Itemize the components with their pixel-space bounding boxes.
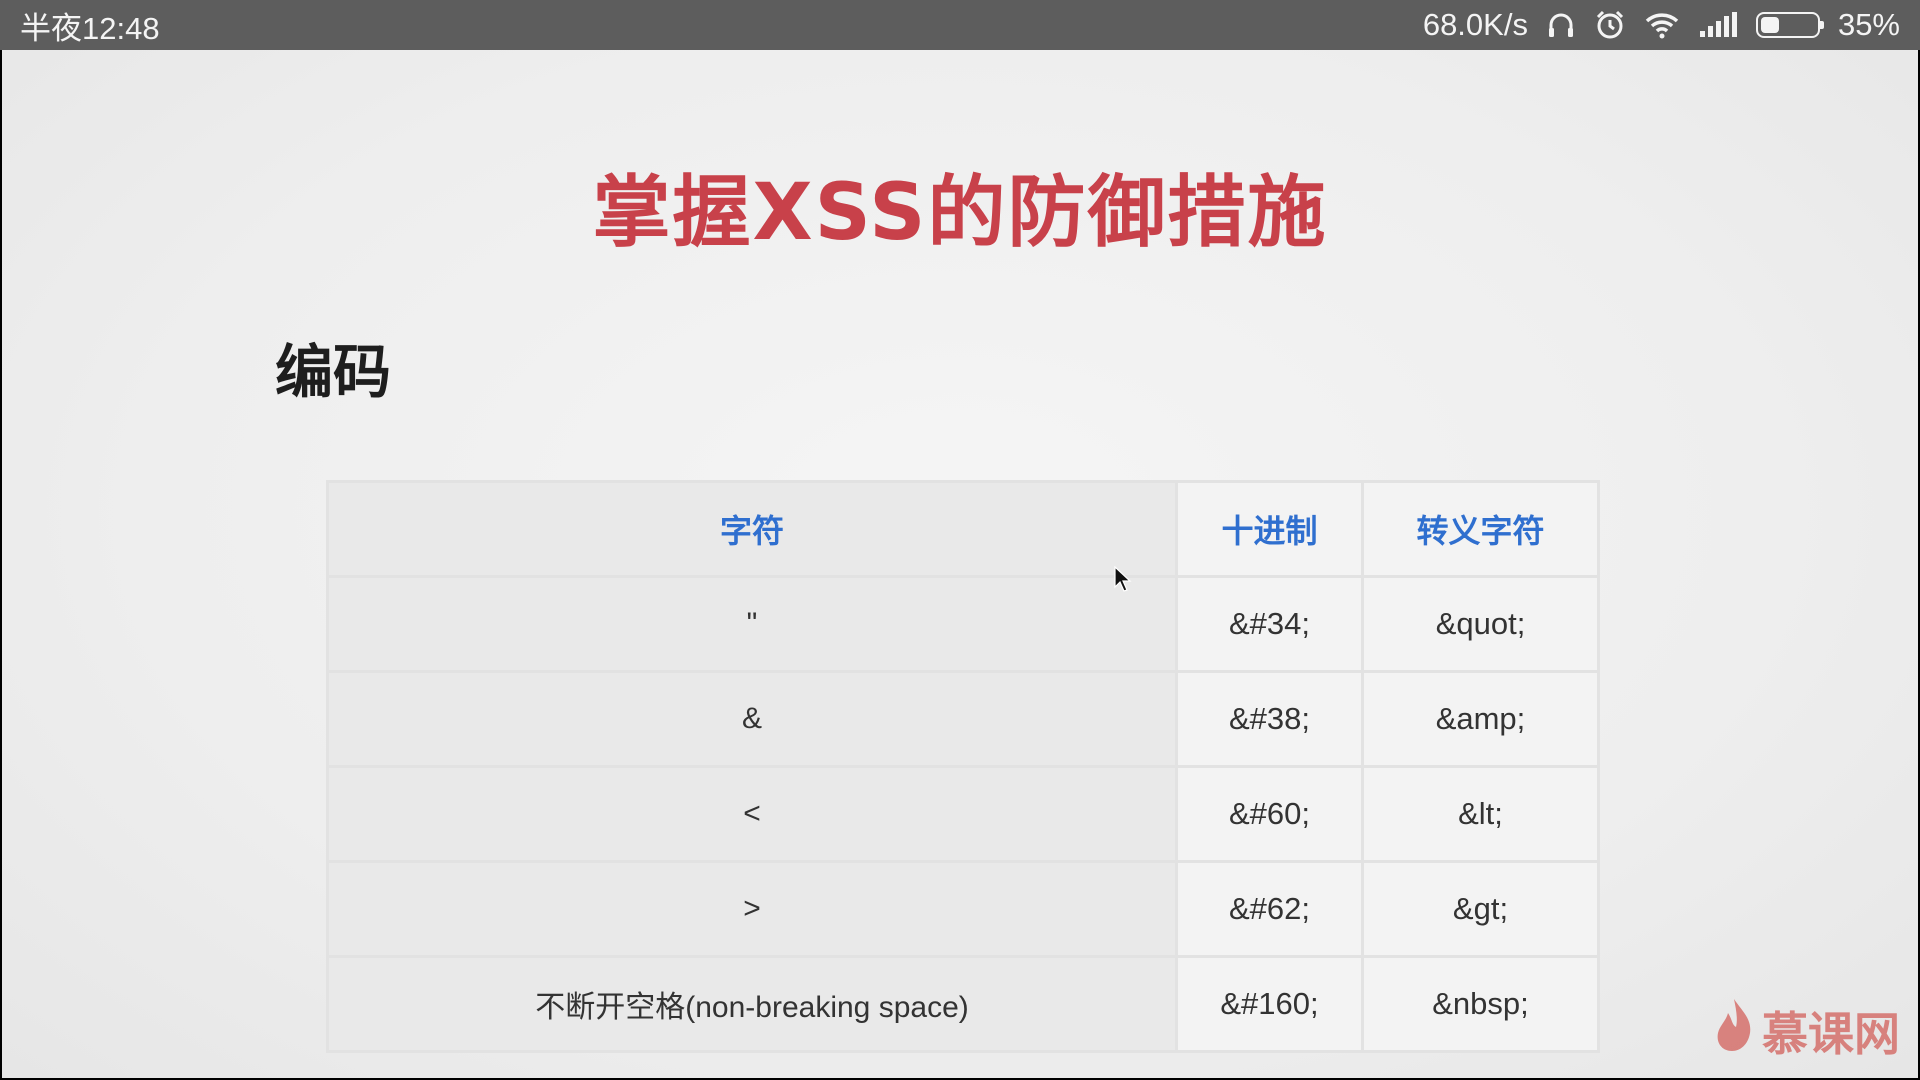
cell-escape: &gt; <box>1361 860 1600 958</box>
cell-escape: &nbsp; <box>1361 955 1600 1053</box>
presentation-slide: 掌握XSS的防御措施 编码 字符 十进制 转义字符 " &#34; &quot;… <box>2 50 1918 1078</box>
cell-decimal: &#34; <box>1175 575 1364 673</box>
cell-decimal: &#60; <box>1175 765 1364 863</box>
battery-icon <box>1755 12 1824 38</box>
watermark-text: 慕课网 <box>1762 1006 1900 1061</box>
status-time: 半夜12:48 <box>20 10 160 46</box>
watermark: 慕课网 <box>1712 997 1900 1064</box>
cell-character: < <box>326 765 1178 863</box>
cell-character: > <box>326 860 1178 958</box>
cell-character: & <box>326 670 1178 768</box>
table-row: & &#38; &amp; <box>326 670 1600 768</box>
cell-decimal: &#62; <box>1175 860 1364 958</box>
header-character: 字符 <box>326 480 1178 578</box>
header-escape: 转义字符 <box>1361 480 1600 578</box>
cell-decimal: &#38; <box>1175 670 1364 768</box>
table-row: < &#60; &lt; <box>326 765 1600 863</box>
encoding-table: 字符 十进制 转义字符 " &#34; &quot; & &#38; &amp;… <box>326 480 1600 1053</box>
slide-title: 掌握XSS的防御措施 <box>592 168 1328 258</box>
flame-logo-icon <box>1712 997 1756 1064</box>
header-decimal: 十进制 <box>1175 480 1364 578</box>
headphones-icon <box>1546 10 1576 40</box>
cell-character: 不断开空格(non-breaking space) <box>326 955 1178 1053</box>
cell-decimal: &#160; <box>1175 955 1364 1053</box>
signal-icon <box>1698 11 1738 39</box>
wifi-icon <box>1644 10 1680 40</box>
status-bar: 半夜12:48 68.0K/s 35% <box>0 0 1920 50</box>
section-heading: 编码 <box>275 338 392 406</box>
alarm-icon <box>1594 9 1626 41</box>
cell-escape: &amp; <box>1361 670 1600 768</box>
cell-escape: &lt; <box>1361 765 1600 863</box>
table-row: " &#34; &quot; <box>326 575 1600 673</box>
cell-character: " <box>326 575 1178 673</box>
battery-percent: 35% <box>1837 7 1900 42</box>
table-header-row: 字符 十进制 转义字符 <box>326 480 1600 578</box>
status-right-group: 68.0K/s 35% <box>1423 7 1900 43</box>
network-speed: 68.0K/s <box>1422 7 1528 42</box>
cell-escape: &quot; <box>1361 575 1600 673</box>
battery-level-fill <box>1760 17 1780 33</box>
table-row: 不断开空格(non-breaking space) &#160; &nbsp; <box>326 955 1600 1053</box>
table-row: > &#62; &gt; <box>326 860 1600 958</box>
